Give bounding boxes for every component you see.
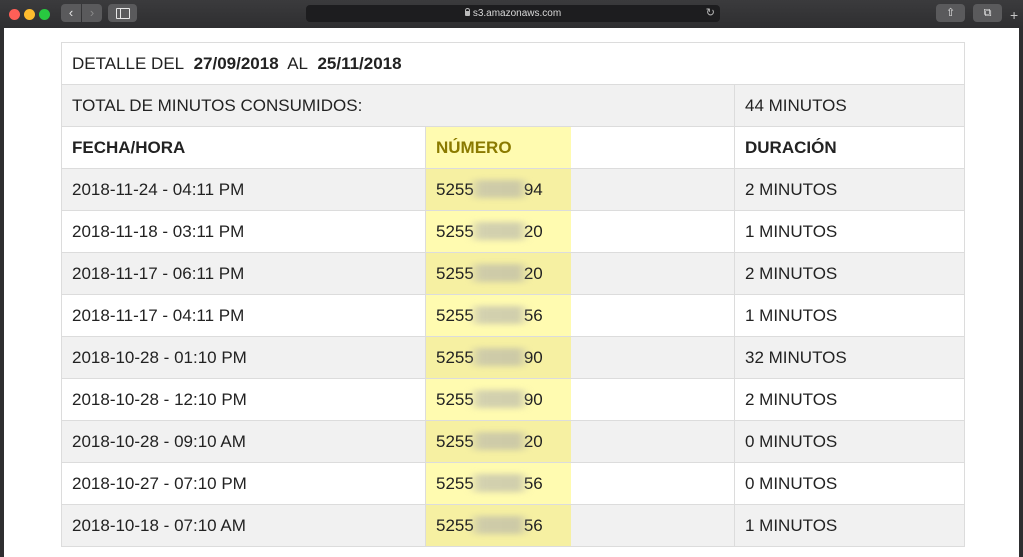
call-detail-table: DETALLE DEL 27/09/2018 AL 25/11/2018 TOT… — [60, 42, 966, 547]
start-date: 27/09/2018 — [193, 53, 279, 73]
datetime-cell: 2018-10-27 - 07:10 PM — [61, 462, 426, 505]
phone-number: 5255 90 — [436, 389, 543, 410]
table-row: 2018-10-18 - 07:10 AM 5255 56 1 MINUTOS — [61, 504, 966, 547]
number-cell: 5255 90 — [425, 336, 735, 379]
redacted-digits — [467, 263, 530, 282]
datetime-cell: 2018-10-28 - 12:10 PM — [61, 378, 426, 421]
period-row: DETALLE DEL 27/09/2018 AL 25/11/2018 — [60, 42, 966, 85]
redacted-digits — [467, 179, 530, 198]
close-window-button[interactable] — [9, 9, 20, 20]
duration-cell: 0 MINUTOS — [733, 462, 966, 505]
table-row: 2018-11-24 - 04:11 PM 5255 94 2 MINUTOS — [61, 168, 966, 211]
column-header-number: NÚMERO — [425, 126, 735, 169]
end-date: 25/11/2018 — [317, 53, 402, 73]
duration-cell: 0 MINUTOS — [733, 420, 966, 463]
number-cell: 5255 90 — [425, 378, 735, 421]
chevron-right-icon: › — [89, 5, 95, 20]
forward-button[interactable]: › — [82, 4, 102, 22]
number-cell: 5255 20 — [425, 210, 735, 253]
redacted-digits — [467, 347, 530, 366]
table-row: 2018-10-28 - 09:10 AM 5255 20 0 MINUTOS — [61, 420, 966, 463]
datetime-cell: 2018-10-28 - 09:10 AM — [61, 420, 426, 463]
number-cell: 5255 20 — [425, 420, 735, 463]
share-button[interactable]: ⇧ — [936, 4, 965, 22]
redacted-digits — [467, 515, 530, 534]
total-row: TOTAL DE MINUTOS CONSUMIDOS: 44 MINUTOS — [61, 84, 966, 127]
redacted-digits — [467, 221, 530, 240]
window-edge-left — [0, 28, 4, 557]
back-button[interactable]: ‹ — [61, 4, 81, 22]
reload-icon[interactable]: ↻ — [706, 5, 715, 22]
datetime-cell: 2018-11-17 - 06:11 PM — [61, 252, 426, 295]
table-row: 2018-11-17 - 04:11 PM 5255 56 1 MINUTOS — [61, 294, 966, 337]
duration-cell: 2 MINUTOS — [733, 378, 966, 421]
number-cell: 5255 94 — [425, 168, 735, 211]
column-header-number-label: NÚMERO — [436, 137, 512, 157]
share-icon: ⇧ — [945, 7, 956, 19]
redacted-digits — [467, 305, 530, 324]
tabs-icon: ⧉ — [983, 7, 992, 19]
tab-overview-button[interactable]: ⧉ — [973, 4, 1002, 22]
period-cell: DETALLE DEL 27/09/2018 AL 25/11/2018 — [60, 42, 966, 85]
header-row: FECHA/HORA NÚMERO DURACIÓN — [61, 126, 966, 169]
duration-cell: 32 MINUTOS — [733, 336, 966, 379]
column-header-datetime: FECHA/HORA — [61, 126, 426, 169]
new-tab-button[interactable]: + — [1010, 8, 1018, 22]
browser-toolbar: ‹ › s3.amazonaws.com ↻ ⇧ ⧉ + — [0, 0, 1023, 29]
table-row: 2018-10-28 - 12:10 PM 5255 90 2 MINUTOS — [61, 378, 966, 421]
phone-number: 5255 56 — [436, 305, 543, 326]
phone-number: 5255 20 — [436, 263, 543, 284]
table-row: 2018-11-18 - 03:11 PM 5255 20 1 MINUTOS — [61, 210, 966, 253]
number-cell: 5255 56 — [425, 462, 735, 505]
column-header-duration: DURACIÓN — [733, 126, 966, 169]
window-edge-right — [1019, 28, 1023, 557]
redacted-digits — [467, 389, 530, 408]
period-label: DETALLE DEL — [72, 53, 185, 73]
phone-number: 5255 20 — [436, 221, 543, 242]
total-value: 44 MINUTOS — [733, 84, 966, 127]
phone-number: 5255 20 — [436, 431, 543, 452]
duration-cell: 2 MINUTOS — [733, 252, 966, 295]
url-text: s3.amazonaws.com — [472, 8, 562, 19]
sidebar-icon — [116, 8, 130, 19]
number-cell: 5255 56 — [425, 294, 735, 337]
duration-cell: 1 MINUTOS — [733, 504, 966, 547]
table-row: 2018-10-27 - 07:10 PM 5255 56 0 MINUTOS — [61, 462, 966, 505]
sidebar-toggle-button[interactable] — [108, 4, 137, 22]
phone-number: 5255 56 — [436, 515, 543, 536]
datetime-cell: 2018-10-18 - 07:10 AM — [61, 504, 426, 547]
number-cell: 5255 20 — [425, 252, 735, 295]
number-cell: 5255 56 — [425, 504, 735, 547]
datetime-cell: 2018-10-28 - 01:10 PM — [61, 336, 426, 379]
phone-number: 5255 56 — [436, 473, 543, 494]
table-row: 2018-10-28 - 01:10 PM 5255 90 32 MINUTOS — [61, 336, 966, 379]
duration-cell: 2 MINUTOS — [733, 168, 966, 211]
datetime-cell: 2018-11-18 - 03:11 PM — [61, 210, 426, 253]
datetime-cell: 2018-11-24 - 04:11 PM — [61, 168, 426, 211]
phone-number: 5255 94 — [436, 179, 543, 200]
duration-cell: 1 MINUTOS — [733, 210, 966, 253]
zoom-window-button[interactable] — [39, 9, 50, 20]
table-row: 2018-11-17 - 06:11 PM 5255 20 2 MINUTOS — [61, 252, 966, 295]
duration-cell: 1 MINUTOS — [733, 294, 966, 337]
redacted-digits — [467, 431, 530, 450]
address-bar[interactable]: s3.amazonaws.com ↻ — [306, 5, 720, 22]
datetime-cell: 2018-11-17 - 04:11 PM — [61, 294, 426, 337]
between-label: AL — [287, 53, 308, 73]
total-label: TOTAL DE MINUTOS CONSUMIDOS: — [61, 84, 735, 127]
lock-icon — [464, 8, 470, 16]
redacted-digits — [467, 473, 530, 492]
minimize-window-button[interactable] — [24, 9, 35, 20]
chevron-left-icon: ‹ — [68, 5, 74, 20]
phone-number: 5255 90 — [436, 347, 543, 368]
